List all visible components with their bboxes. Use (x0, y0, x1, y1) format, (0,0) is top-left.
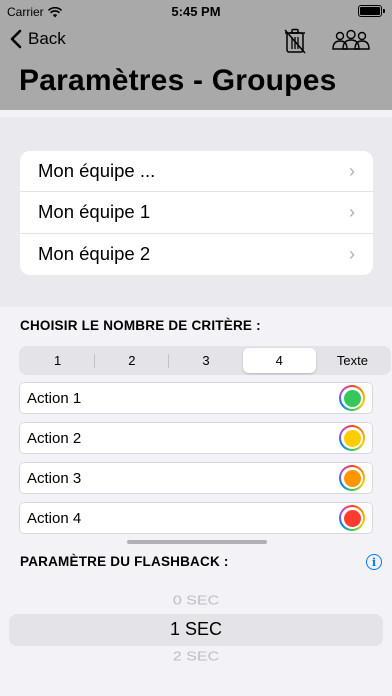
team-list: Mon équipe ... › Mon équipe 1 › Mon équi… (20, 151, 373, 275)
team-label: Mon équipe 2 (38, 243, 151, 265)
color-swatch (343, 509, 361, 527)
team-row[interactable]: Mon équipe ... › (20, 151, 373, 193)
back-label: Back (28, 29, 66, 48)
chevron-right-icon: › (349, 160, 355, 181)
action-label: Action 1 (27, 389, 82, 407)
action-row[interactable]: Action 1 (19, 382, 373, 414)
battery-icon (358, 5, 385, 17)
segment-option-selected[interactable]: 4 (242, 348, 316, 373)
color-picker-button[interactable] (339, 425, 365, 451)
team-row[interactable]: Mon équipe 1 › (20, 192, 373, 234)
chevron-right-icon: › (349, 243, 355, 264)
scroll-indicator[interactable] (127, 540, 267, 544)
team-label: Mon équipe 1 (38, 201, 151, 223)
flashback-picker[interactable]: 0 SEC 1 SEC 2 SEC (0, 585, 392, 675)
picker-option[interactable]: 2 SEC (0, 650, 392, 665)
picker-option-selected[interactable]: 1 SEC (0, 619, 392, 640)
clock: 5:45 PM (171, 4, 221, 19)
criteria-heading: CHOISIR LE NOMBRE DE CRITÈRE : (20, 318, 261, 333)
segment-option[interactable]: 1 (21, 348, 94, 373)
action-row[interactable]: Action 2 (19, 422, 373, 454)
color-swatch (343, 469, 361, 487)
action-row[interactable]: Action 3 (19, 462, 373, 494)
chevron-right-icon: › (349, 201, 355, 222)
color-swatch (343, 389, 361, 407)
color-picker-button[interactable] (339, 465, 365, 491)
action-row[interactable]: Action 4 (19, 502, 373, 534)
team-label: Mon équipe ... (38, 160, 156, 182)
team-row[interactable]: Mon équipe 2 › (20, 234, 373, 275)
navigation-header: Carrier 5:45 PM Back Paramètres - Groupe… (0, 0, 392, 110)
back-button[interactable]: Back (10, 29, 66, 49)
group-icon[interactable] (331, 29, 371, 51)
action-label: Action 2 (27, 429, 82, 447)
segment-option[interactable]: 2 (95, 348, 168, 373)
flashback-heading: PARAMÈTRE DU FLASHBACK : (20, 554, 229, 569)
segment-option[interactable]: 3 (169, 348, 242, 373)
criteria-segmented-control: 1 2 3 4 Texte (19, 346, 391, 375)
status-bar: Carrier 5:45 PM (0, 0, 392, 22)
chevron-left-icon (10, 29, 22, 49)
segment-option[interactable]: Texte (316, 348, 389, 373)
page-title: Paramètres - Groupes (19, 64, 337, 97)
color-picker-button[interactable] (339, 505, 365, 531)
picker-option[interactable]: 0 SEC (0, 594, 392, 609)
action-label: Action 4 (27, 509, 82, 527)
color-swatch (343, 429, 361, 447)
color-picker-button[interactable] (339, 385, 365, 411)
info-icon[interactable]: i (366, 554, 382, 570)
action-label: Action 3 (27, 469, 82, 487)
trash-icon[interactable] (283, 28, 307, 54)
